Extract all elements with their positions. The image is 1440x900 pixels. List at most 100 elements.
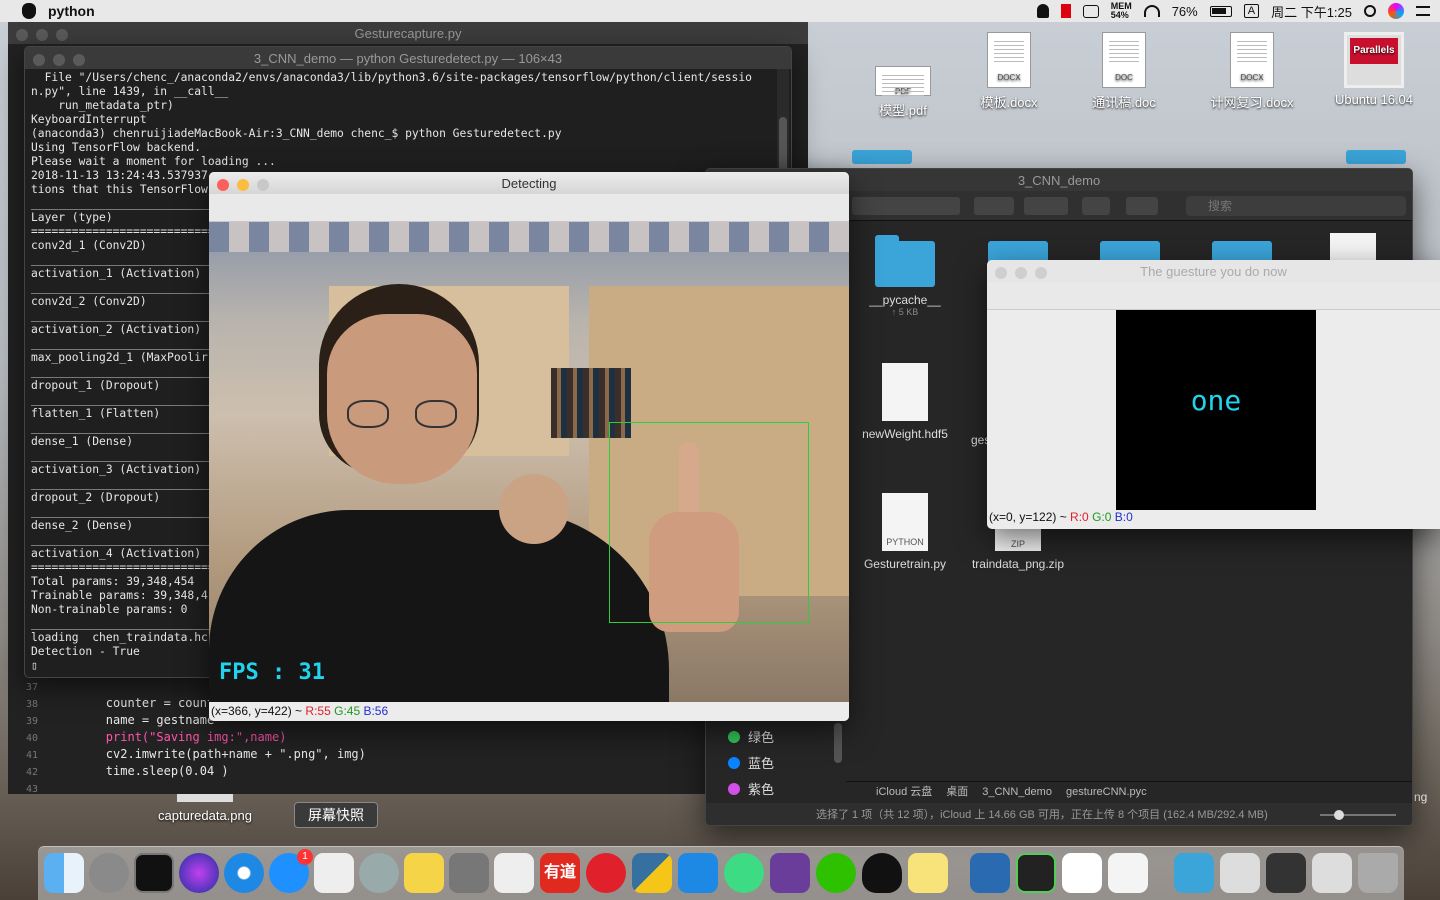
- system-preferences-dock-icon[interactable]: [89, 853, 129, 893]
- battery-icon[interactable]: [1209, 5, 1232, 17]
- finder-item-pycache[interactable]: __pycache__ ↑ 5 KB: [850, 235, 960, 317]
- detecting-title-bar[interactable]: Detecting: [209, 172, 849, 194]
- finder-item-traindata-zip[interactable]: ZIP traindata_png.zip: [963, 523, 1073, 571]
- siri-icon[interactable]: [1388, 3, 1404, 19]
- recent-document-dock-icon[interactable]: [1220, 853, 1260, 893]
- desktop-icon-doc-release[interactable]: DOC 通讯稿.doc: [1069, 32, 1179, 111]
- calculator-dock-icon[interactable]: [449, 853, 489, 893]
- downloads-folder-dock-icon[interactable]: [1174, 853, 1214, 893]
- stickies-dock-icon[interactable]: [404, 853, 444, 893]
- desktop-icon-ubuntu-vm[interactable]: Parallels Ubuntu 16.04: [1319, 32, 1429, 107]
- parallels-dock-icon[interactable]: [970, 853, 1010, 893]
- screenshot-dock-icon[interactable]: [314, 853, 354, 893]
- sidebar-scrollbar[interactable]: [834, 723, 842, 763]
- gesture-pixel-status: (x=0, y=122) ~ R:0 G:0 B:0: [989, 510, 1133, 524]
- app-menu-name[interactable]: python: [48, 3, 95, 19]
- gesture-display[interactable]: one: [1116, 310, 1316, 510]
- app-store-dock-icon[interactable]: 1: [269, 849, 313, 893]
- wifi-icon[interactable]: [1143, 5, 1160, 17]
- launchpad-dock-icon[interactable]: [359, 853, 399, 893]
- status-bar: 选择了 1 项（共 12 项），iCloud 上 14.66 GB 可用，正在上…: [706, 803, 1412, 825]
- dock: 1 有道: [38, 846, 1404, 900]
- view-mode-buttons[interactable]: [852, 197, 960, 215]
- wechat-dock-icon[interactable]: [816, 853, 856, 893]
- path-segment[interactable]: iCloud 云盘: [876, 782, 932, 801]
- document-dock-icon[interactable]: [1108, 853, 1148, 893]
- code-line: 42 time.sleep(0.04 ): [25, 764, 229, 778]
- textedit-dock-icon[interactable]: [494, 853, 534, 893]
- tag-icon[interactable]: [1126, 197, 1158, 215]
- icon-size-slider[interactable]: [1320, 810, 1396, 820]
- python-file-icon: PYTHON: [882, 493, 928, 551]
- qq-dock-icon[interactable]: [862, 853, 902, 893]
- finder-dock-icon[interactable]: [44, 853, 84, 893]
- youdao-dock-icon[interactable]: 有道: [540, 853, 580, 893]
- blue-tag-dot: [728, 756, 740, 769]
- notification-icon[interactable]: [1036, 4, 1049, 18]
- terminal-title-bar[interactable]: 3_CNN_demo — python Gesturedetect.py — 1…: [25, 47, 791, 69]
- pixel-green: G:45: [334, 704, 361, 718]
- safari-dock-icon[interactable]: [224, 853, 264, 893]
- bunk-bed-top: [209, 222, 849, 252]
- parallels-status-icon[interactable]: [1060, 4, 1071, 18]
- share-icon[interactable]: [1082, 197, 1110, 215]
- desktop-icon-docx-template[interactable]: DOCX 模板.docx: [954, 32, 1064, 111]
- notification-center-icon[interactable]: [1416, 6, 1430, 16]
- finder-item-label: newWeight.hdf5: [862, 427, 948, 441]
- clock[interactable]: 周二 下午1:25: [1271, 2, 1352, 21]
- notes-dock-icon[interactable]: [908, 853, 948, 893]
- desktop-icon-pdf[interactable]: PDF 模型.pdf: [848, 66, 958, 119]
- dock-tooltip: 屏幕快照: [294, 802, 378, 828]
- path-segment[interactable]: gestureCNN.pyc: [1066, 782, 1147, 801]
- baidu-netdisk-dock-icon[interactable]: [1062, 853, 1102, 893]
- recent-window-dock-icon[interactable]: [1312, 853, 1352, 893]
- pixel-red: R:0: [1070, 510, 1089, 524]
- netease-music-dock-icon[interactable]: [586, 853, 626, 893]
- gear-icon[interactable]: [1024, 197, 1068, 215]
- pixel-blue: B:56: [363, 704, 389, 718]
- input-method-indicator[interactable]: A: [1243, 4, 1260, 18]
- sidebar-tag-green[interactable]: 绿色: [728, 727, 774, 746]
- group-button[interactable]: [974, 197, 1014, 215]
- visual-studio-dock-icon[interactable]: [770, 853, 810, 893]
- path-segment[interactable]: 桌面: [946, 782, 968, 801]
- pixel-red: R:55: [305, 704, 331, 718]
- memory-value: 54%: [1110, 10, 1129, 20]
- trash-dock-icon[interactable]: [1358, 853, 1398, 893]
- xcode-dock-icon[interactable]: [678, 853, 718, 893]
- apple-menu-icon[interactable]: [22, 3, 36, 19]
- tag-label: 紫色: [748, 782, 775, 797]
- desktop-folder-icon[interactable]: [1346, 150, 1406, 164]
- finder-item-weights[interactable]: newWeight.hdf5: [850, 363, 960, 441]
- desktop-icon-docx-review[interactable]: DOCX 计网复习.docx: [1197, 32, 1307, 111]
- activity-monitor-dock-icon[interactable]: [1016, 853, 1056, 893]
- detecting-window: Detecting FPS : 31 (x=366, y=422) ~ R:55…: [209, 172, 849, 721]
- editor-title-bar[interactable]: Gesturecapture.py: [8, 22, 808, 44]
- camera-feed[interactable]: FPS : 31: [209, 222, 849, 702]
- code-line: 40 print("Saving img:",name): [25, 730, 287, 744]
- search-input[interactable]: 搜索: [1186, 196, 1406, 216]
- pixel-status: (x=366, y=422) ~ R:55 G:45 B:56: [209, 702, 849, 721]
- terminal-title: 3_CNN_demo — python Gesturedetect.py — 1…: [253, 51, 563, 66]
- path-segment[interactable]: 3_CNN_demo: [982, 782, 1052, 801]
- search-lens-icon[interactable]: [1082, 4, 1099, 18]
- terminal-dock-icon[interactable]: [134, 853, 174, 893]
- desktop-icon-label: 模板.docx: [980, 95, 1038, 110]
- gesture-title-bar[interactable]: The guesture you do now: [987, 260, 1440, 282]
- finder-item-gesturetrain[interactable]: PYTHON Gesturetrain.py: [850, 493, 960, 571]
- python-launcher-dock-icon[interactable]: [632, 853, 672, 893]
- gesture-window: The guesture you do now one (x=0, y=122)…: [987, 260, 1440, 529]
- memory-widget[interactable]: MEM 54%: [1111, 2, 1132, 20]
- sidebar-tag-blue[interactable]: 蓝色: [728, 753, 774, 772]
- update-badge: 1: [297, 849, 313, 865]
- battery-percent[interactable]: 76%: [1172, 4, 1198, 19]
- background-person: [499, 474, 569, 544]
- android-studio-dock-icon[interactable]: [724, 853, 764, 893]
- face: [327, 314, 477, 484]
- sidebar-tag-purple[interactable]: 紫色: [728, 779, 774, 798]
- siri-dock-icon[interactable]: [179, 853, 219, 893]
- desktop-folder-icon[interactable]: [852, 150, 912, 164]
- parallels-vm-icon: Parallels: [1344, 32, 1404, 88]
- spotlight-icon[interactable]: [1364, 5, 1376, 17]
- recent-screenshot-dock-icon[interactable]: [1266, 853, 1306, 893]
